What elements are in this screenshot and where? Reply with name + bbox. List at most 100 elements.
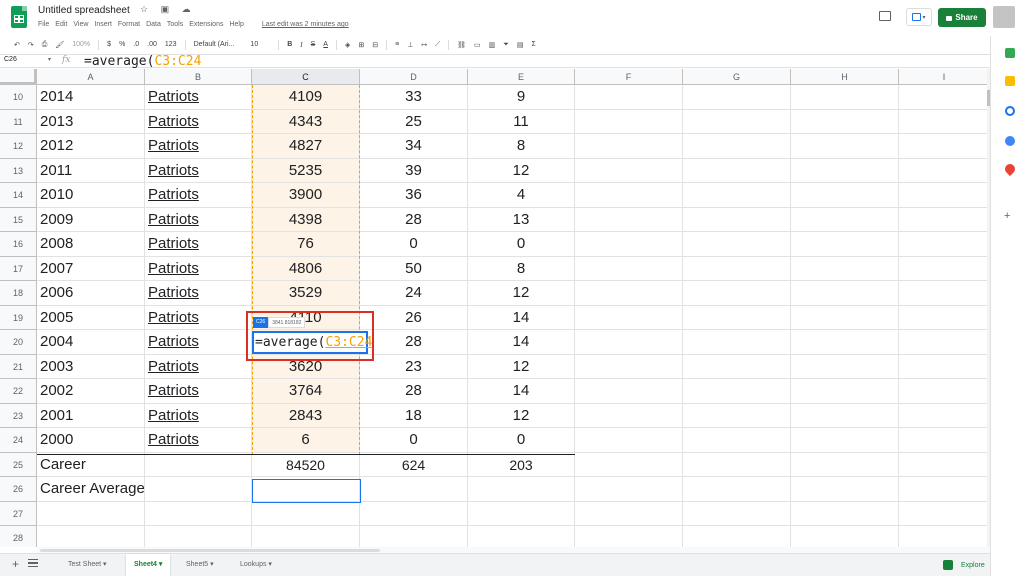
cell-h11[interactable] (791, 109, 899, 134)
cell-c11[interactable]: 4343 (252, 109, 360, 134)
cell-e15[interactable]: 13 (468, 207, 575, 232)
cell-f21[interactable] (575, 354, 683, 379)
cell-h19[interactable] (791, 305, 899, 330)
cell-b12[interactable]: Patriots (145, 134, 252, 159)
cell-b11[interactable]: Patriots (145, 109, 252, 134)
insert-chart-icon[interactable]: ▥ (489, 41, 496, 49)
row-header[interactable]: 28 (0, 526, 37, 547)
row-header[interactable]: 24 (0, 428, 37, 453)
explore-button[interactable]: Explore (943, 560, 985, 570)
cell-b27[interactable] (145, 501, 252, 526)
cell-c13[interactable]: 5235 (252, 158, 360, 183)
paint-format-icon[interactable]: 🖌 (55, 41, 64, 49)
cell-e12[interactable]: 8 (468, 134, 575, 159)
menu-help[interactable]: Help (229, 21, 243, 28)
cell-g11[interactable] (683, 109, 791, 134)
cell-i25[interactable] (899, 452, 990, 477)
row-header[interactable]: 18 (0, 281, 37, 306)
strikethrough-icon[interactable]: S (311, 41, 316, 48)
cell-a18[interactable]: 2006 (37, 281, 145, 306)
redo-icon[interactable]: ↷ (28, 41, 34, 49)
cell-i12[interactable] (899, 134, 990, 159)
cell-a19[interactable]: 2005 (37, 305, 145, 330)
row-header[interactable]: 16 (0, 232, 37, 257)
percent-format-button[interactable]: % (119, 41, 125, 48)
cell-d23[interactable]: 18 (360, 403, 468, 428)
row-header[interactable]: 27 (0, 501, 37, 526)
cell-a25[interactable]: Career (37, 452, 145, 477)
cell-d18[interactable]: 24 (360, 281, 468, 306)
cell-c22[interactable]: 3764 (252, 379, 360, 404)
horizontal-align-icon[interactable]: ≡ (395, 41, 399, 48)
cell-b26[interactable] (145, 477, 252, 502)
name-box[interactable]: C26 (4, 56, 17, 63)
insert-comment-icon[interactable]: ▭ (474, 41, 481, 49)
cell-c17[interactable]: 4806 (252, 256, 360, 281)
cell-i24[interactable] (899, 428, 990, 453)
cell-a22[interactable]: 2002 (37, 379, 145, 404)
cell-c18[interactable]: 3529 (252, 281, 360, 306)
cell-i13[interactable] (899, 158, 990, 183)
all-sheets-icon[interactable] (28, 559, 38, 567)
cell-d28[interactable] (360, 526, 468, 547)
text-rotate-icon[interactable]: ⟋ (435, 41, 440, 49)
cell-d14[interactable]: 36 (360, 183, 468, 208)
sheet-tab-lookups[interactable]: Lookups ▾ (232, 554, 280, 576)
get-addons-icon[interactable]: + (1004, 210, 1010, 222)
borders-icon[interactable]: ⊞ (358, 41, 364, 49)
row-header[interactable]: 25 (0, 452, 37, 477)
functions-icon[interactable]: Σ (531, 41, 535, 48)
cell-i17[interactable] (899, 256, 990, 281)
cell-i11[interactable] (899, 109, 990, 134)
cell-g16[interactable] (683, 232, 791, 257)
last-edit-link[interactable]: Last edit was 2 minutes ago (262, 21, 349, 28)
row-header[interactable]: 22 (0, 379, 37, 404)
cell-h24[interactable] (791, 428, 899, 453)
cell-g17[interactable] (683, 256, 791, 281)
currency-format-button[interactable]: $ (107, 41, 111, 48)
cell-c27[interactable] (252, 501, 360, 526)
sheets-logo-icon[interactable] (11, 6, 27, 28)
cell-g15[interactable] (683, 207, 791, 232)
cell-b18[interactable]: Patriots (145, 281, 252, 306)
cell-a20[interactable]: 2004 (37, 330, 145, 355)
document-title[interactable]: Untitled spreadsheet (38, 5, 130, 16)
cell-a17[interactable]: 2007 (37, 256, 145, 281)
cell-a21[interactable]: 2003 (37, 354, 145, 379)
row-header[interactable]: 26 (0, 477, 37, 502)
insert-link-icon[interactable]: ⛓ (457, 41, 466, 49)
cell-f11[interactable] (575, 109, 683, 134)
cell-h25[interactable] (791, 452, 899, 477)
row-header[interactable]: 10 (0, 85, 37, 110)
menu-file[interactable]: File (38, 21, 49, 28)
formula-input[interactable]: =average(C3:C24 (84, 54, 201, 69)
avatar[interactable] (993, 6, 1015, 28)
cell-c16[interactable]: 76 (252, 232, 360, 257)
cell-e24[interactable]: 0 (468, 428, 575, 453)
cell-h14[interactable] (791, 183, 899, 208)
column-header-g[interactable]: G (683, 69, 791, 85)
cell-i14[interactable] (899, 183, 990, 208)
cell-b15[interactable]: Patriots (145, 207, 252, 232)
cell-e23[interactable]: 12 (468, 403, 575, 428)
cell-b19[interactable]: Patriots (145, 305, 252, 330)
cell-g22[interactable] (683, 379, 791, 404)
cell-b23[interactable]: Patriots (145, 403, 252, 428)
cell-b24[interactable]: Patriots (145, 428, 252, 453)
cell-a14[interactable]: 2010 (37, 183, 145, 208)
undo-icon[interactable]: ↶ (14, 41, 20, 49)
cell-i28[interactable] (899, 526, 990, 547)
cell-i22[interactable] (899, 379, 990, 404)
cell-d24[interactable]: 0 (360, 428, 468, 453)
cell-b28[interactable] (145, 526, 252, 547)
column-header-i[interactable]: I (899, 69, 990, 85)
cell-c14[interactable]: 3900 (252, 183, 360, 208)
cell-e18[interactable]: 12 (468, 281, 575, 306)
maps-icon[interactable] (1002, 161, 1018, 177)
cell-i18[interactable] (899, 281, 990, 306)
cell-d25[interactable]: 624 (360, 452, 468, 477)
cell-d27[interactable] (360, 501, 468, 526)
meet-button[interactable]: ▾ (906, 8, 932, 26)
cell-c23[interactable]: 2843 (252, 403, 360, 428)
cell-a13[interactable]: 2011 (37, 158, 145, 183)
